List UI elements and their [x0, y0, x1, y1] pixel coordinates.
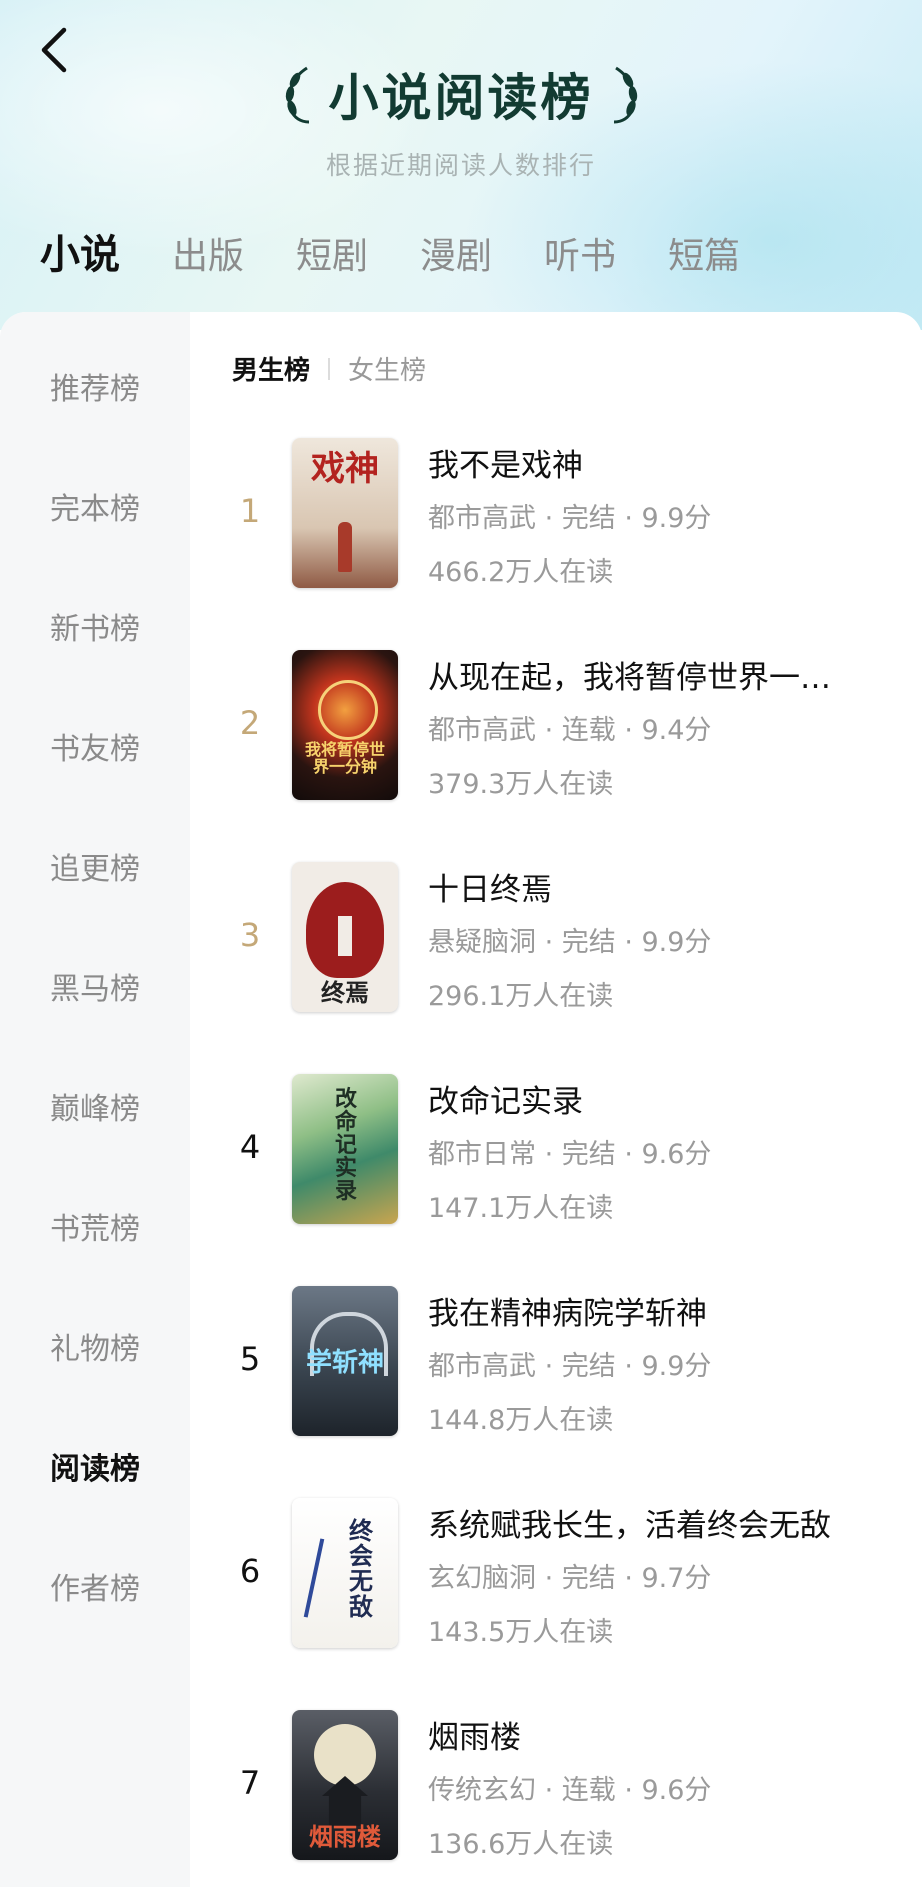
- book-meta: 都市高武 · 完结 · 9.9分: [428, 1351, 712, 1382]
- book-row[interactable]: 7 烟雨楼 烟雨楼 传统玄幻 · 连载 · 9.6分 136.6万人在读: [190, 1710, 922, 1862]
- book-readers: 379.3万人在读: [428, 769, 614, 800]
- page-title: 小说阅读榜: [328, 68, 594, 127]
- book-cover[interactable]: 改命记实录: [292, 1074, 398, 1224]
- cover-figure: [338, 522, 352, 572]
- book-cover[interactable]: 烟雨楼: [292, 1710, 398, 1860]
- ranking-sidebar: 推荐榜 完本榜 新书榜 书友榜 追更榜 黑马榜 巅峰榜 书荒榜 礼物榜 阅读榜 …: [0, 312, 190, 1887]
- laurel-left-icon: [285, 66, 309, 124]
- tab-divider: [328, 357, 331, 380]
- tab-female[interactable]: 女生榜: [348, 350, 426, 387]
- book-readers: 296.1万人在读: [428, 981, 614, 1012]
- tab-male[interactable]: 男生榜: [232, 350, 310, 387]
- book-cover[interactable]: 学斩神: [292, 1286, 398, 1436]
- book-title: 从现在起，我将暂停世界一…: [428, 660, 831, 696]
- gender-tabs: 男生榜 女生榜: [232, 350, 426, 387]
- book-meta: 都市高武 · 完结 · 9.9分: [428, 503, 712, 534]
- book-row[interactable]: 3 终焉 十日终焉 悬疑脑洞 · 完结 · 9.9分 296.1万人在读: [190, 862, 922, 1014]
- book-readers: 147.1万人在读: [428, 1193, 614, 1224]
- tab-published[interactable]: 出版: [172, 227, 244, 279]
- tab-novel[interactable]: 小说: [40, 222, 120, 280]
- book-row[interactable]: 6 终会无敌 系统赋我长生，活着终会无敌 玄幻脑洞 · 完结 · 9.7分 14…: [190, 1498, 922, 1650]
- sidebar-item-peak[interactable]: 巅峰榜: [0, 1084, 190, 1128]
- cover-title: 终会无敌: [349, 1516, 373, 1621]
- book-meta: 悬疑脑洞 · 完结 · 9.9分: [428, 927, 712, 958]
- book-row[interactable]: 2 我将暂停世界一分钟 从现在起，我将暂停世界一… 都市高武 · 连载 · 9.…: [190, 650, 922, 802]
- book-meta: 都市日常 · 完结 · 9.6分: [428, 1139, 712, 1170]
- book-readers: 136.6万人在读: [428, 1829, 614, 1860]
- book-title: 十日终焉: [428, 872, 552, 908]
- cover-title: 学斩神: [305, 1348, 384, 1378]
- cover-stroke: [303, 1538, 325, 1618]
- book-row[interactable]: 1 戏神 我不是戏神 都市高武 · 完结 · 9.9分 466.2万人在读: [190, 438, 922, 590]
- book-cover[interactable]: 终焉: [292, 862, 398, 1012]
- sidebar-item-book-friends[interactable]: 书友榜: [0, 724, 190, 768]
- sidebar-item-gift[interactable]: 礼物榜: [0, 1324, 190, 1368]
- sidebar-item-dark-horse[interactable]: 黑马榜: [0, 964, 190, 1008]
- book-cover[interactable]: 戏神: [292, 438, 398, 588]
- cover-eye: [318, 680, 378, 740]
- cover-title: 终焉: [321, 978, 369, 1007]
- book-title: 系统赋我长生，活着终会无敌: [428, 1508, 831, 1544]
- book-readers: 143.5万人在读: [428, 1617, 614, 1648]
- sidebar-item-author[interactable]: 作者榜: [0, 1564, 190, 1608]
- sidebar-item-new-books[interactable]: 新书榜: [0, 604, 190, 648]
- tab-comic-drama[interactable]: 漫剧: [420, 227, 492, 279]
- sidebar-item-recommended[interactable]: 推荐榜: [0, 364, 190, 408]
- book-meta: 玄幻脑洞 · 完结 · 9.7分: [428, 1563, 712, 1594]
- sidebar-item-book-shortage[interactable]: 书荒榜: [0, 1204, 190, 1248]
- cover-title: 我将暂停世界一分钟: [304, 740, 385, 776]
- book-title: 我不是戏神: [428, 448, 583, 484]
- book-cover[interactable]: 我将暂停世界一分钟: [292, 650, 398, 800]
- sidebar-item-reading[interactable]: 阅读榜: [0, 1444, 190, 1488]
- cover-emblem-center: [338, 916, 352, 956]
- sidebar-item-following[interactable]: 追更榜: [0, 844, 190, 888]
- tab-audiobook[interactable]: 听书: [544, 227, 616, 279]
- book-row[interactable]: 5 学斩神 我在精神病院学斩神 都市高武 · 完结 · 9.9分 144.8万人…: [190, 1286, 922, 1438]
- book-title: 烟雨楼: [428, 1720, 521, 1756]
- title-area: 小说阅读榜: [0, 58, 922, 130]
- book-title: 改命记实录: [428, 1084, 583, 1120]
- cover-tower: [322, 1776, 368, 1826]
- tab-short-drama[interactable]: 短剧: [296, 227, 368, 279]
- book-title: 我在精神病院学斩神: [428, 1296, 707, 1332]
- book-meta: 传统玄幻 · 连载 · 9.6分: [428, 1775, 712, 1806]
- tab-short-story[interactable]: 短篇: [668, 227, 740, 279]
- book-meta: 都市高武 · 连载 · 9.4分: [428, 715, 712, 746]
- book-readers: 144.8万人在读: [428, 1405, 614, 1436]
- book-row[interactable]: 4 改命记实录 改命记实录 都市日常 · 完结 · 9.6分 147.1万人在读: [190, 1074, 922, 1226]
- laurel-right-icon: [613, 66, 637, 124]
- cover-title: 戏神: [311, 449, 379, 489]
- category-tabs: 小说 出版 短剧 漫剧 听书 短篇: [40, 222, 792, 280]
- cover-title: 改命记实录: [334, 1086, 357, 1205]
- sidebar-item-completed[interactable]: 完本榜: [0, 484, 190, 528]
- book-cover[interactable]: 终会无敌: [292, 1498, 398, 1648]
- page-subtitle: 根据近期阅读人数排行: [325, 151, 596, 180]
- cover-title: 烟雨楼: [309, 1822, 381, 1851]
- book-readers: 466.2万人在读: [428, 557, 614, 588]
